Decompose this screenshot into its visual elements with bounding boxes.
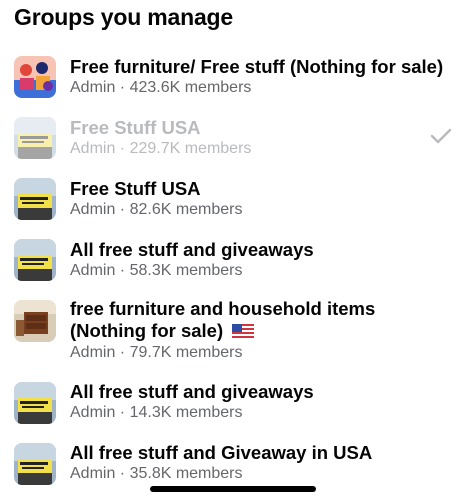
group-name-line2-container: (Nothing for sale) (70, 320, 460, 342)
group-name: All free stuff and giveaways (70, 381, 314, 402)
group-thumbnail (14, 178, 56, 220)
group-name: Free furniture/ Free stuff (Nothing for … (70, 56, 444, 77)
us-flag-icon (232, 324, 255, 338)
group-meta: Admin · 79.7K members (70, 344, 243, 361)
checkmark-icon (430, 128, 452, 144)
group-name: All free stuff and giveaways (70, 239, 314, 260)
group-thumbnail (14, 239, 56, 281)
group-meta: Admin · 58.3K members (70, 262, 243, 279)
groups-you-manage-screen: Groups you manage Free furniture/ Free s… (0, 0, 466, 500)
group-meta: Admin · 82.6K members (70, 201, 243, 218)
group-name: Free Stuff USA (70, 178, 201, 199)
group-name: Free Stuff USA (70, 117, 201, 138)
group-name-line1: free furniture and household items (70, 298, 376, 319)
page-title: Groups you manage (14, 4, 233, 30)
home-indicator[interactable] (150, 486, 316, 492)
group-meta: Admin · 14.3K members (70, 404, 243, 421)
group-name: All free stuff and Giveaway in USA (70, 442, 373, 463)
group-meta: Admin · 35.8K members (70, 465, 243, 482)
group-meta: Admin · 229.7K members (70, 140, 252, 157)
group-meta: Admin · 423.6K members (70, 79, 252, 96)
group-thumbnail (14, 56, 56, 98)
group-thumbnail (14, 443, 56, 485)
group-thumbnail (14, 117, 56, 159)
group-name-line2: (Nothing for sale) (70, 320, 224, 341)
group-thumbnail (14, 300, 56, 342)
group-thumbnail (14, 382, 56, 424)
